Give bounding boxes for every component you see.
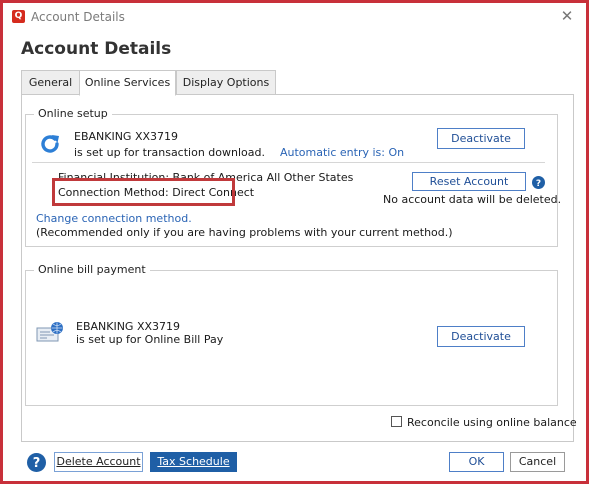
- setup-status: is set up for transaction download.: [74, 146, 265, 159]
- tab-display-options[interactable]: Display Options: [176, 70, 276, 95]
- tab-general[interactable]: General: [21, 70, 80, 95]
- footer-help-icon[interactable]: ?: [27, 453, 46, 472]
- deactivate-billpay-button[interactable]: Deactivate: [437, 326, 525, 347]
- recommendation-note: (Recommended only if you are having prob…: [36, 226, 453, 239]
- setup-divider: [32, 162, 545, 163]
- window-title: Account Details: [31, 10, 125, 24]
- svg-text:?: ?: [33, 456, 41, 471]
- refresh-icon: [41, 135, 59, 153]
- change-connection-link[interactable]: Change connection method.: [36, 212, 192, 225]
- reconcile-checkbox[interactable]: [391, 416, 402, 427]
- reconcile-label: Reconcile using online balance: [407, 416, 577, 429]
- page-title: Account Details: [21, 39, 172, 59]
- bill-pay-icon: [36, 322, 63, 342]
- bill-payment-title: Online bill payment: [34, 263, 150, 276]
- reset-account-button[interactable]: Reset Account: [412, 172, 526, 191]
- cancel-button[interactable]: Cancel: [510, 452, 565, 472]
- title-bar: Q Account Details ✕: [3, 3, 586, 31]
- deactivate-download-button[interactable]: Deactivate: [437, 128, 525, 149]
- billpay-status: is set up for Online Bill Pay: [76, 333, 224, 346]
- online-setup-title: Online setup: [34, 107, 112, 120]
- automatic-entry-link[interactable]: Automatic entry is: On: [280, 146, 404, 159]
- close-icon[interactable]: ✕: [558, 7, 576, 25]
- connection-method-highlight: [52, 178, 235, 206]
- reset-note: No account data will be deleted.: [383, 193, 562, 206]
- billpay-account-name: EBANKING XX3719: [76, 320, 181, 333]
- svg-text:?: ?: [536, 179, 541, 189]
- ok-button[interactable]: OK: [449, 452, 504, 472]
- tab-online-services[interactable]: Online Services: [79, 70, 176, 96]
- delete-account-button[interactable]: Delete Account: [54, 452, 143, 472]
- tax-schedule-button[interactable]: Tax Schedule: [150, 452, 237, 472]
- setup-account-name: EBANKING XX3719: [74, 130, 179, 143]
- help-icon[interactable]: ?: [532, 176, 545, 189]
- quicken-logo-icon: Q: [12, 10, 25, 23]
